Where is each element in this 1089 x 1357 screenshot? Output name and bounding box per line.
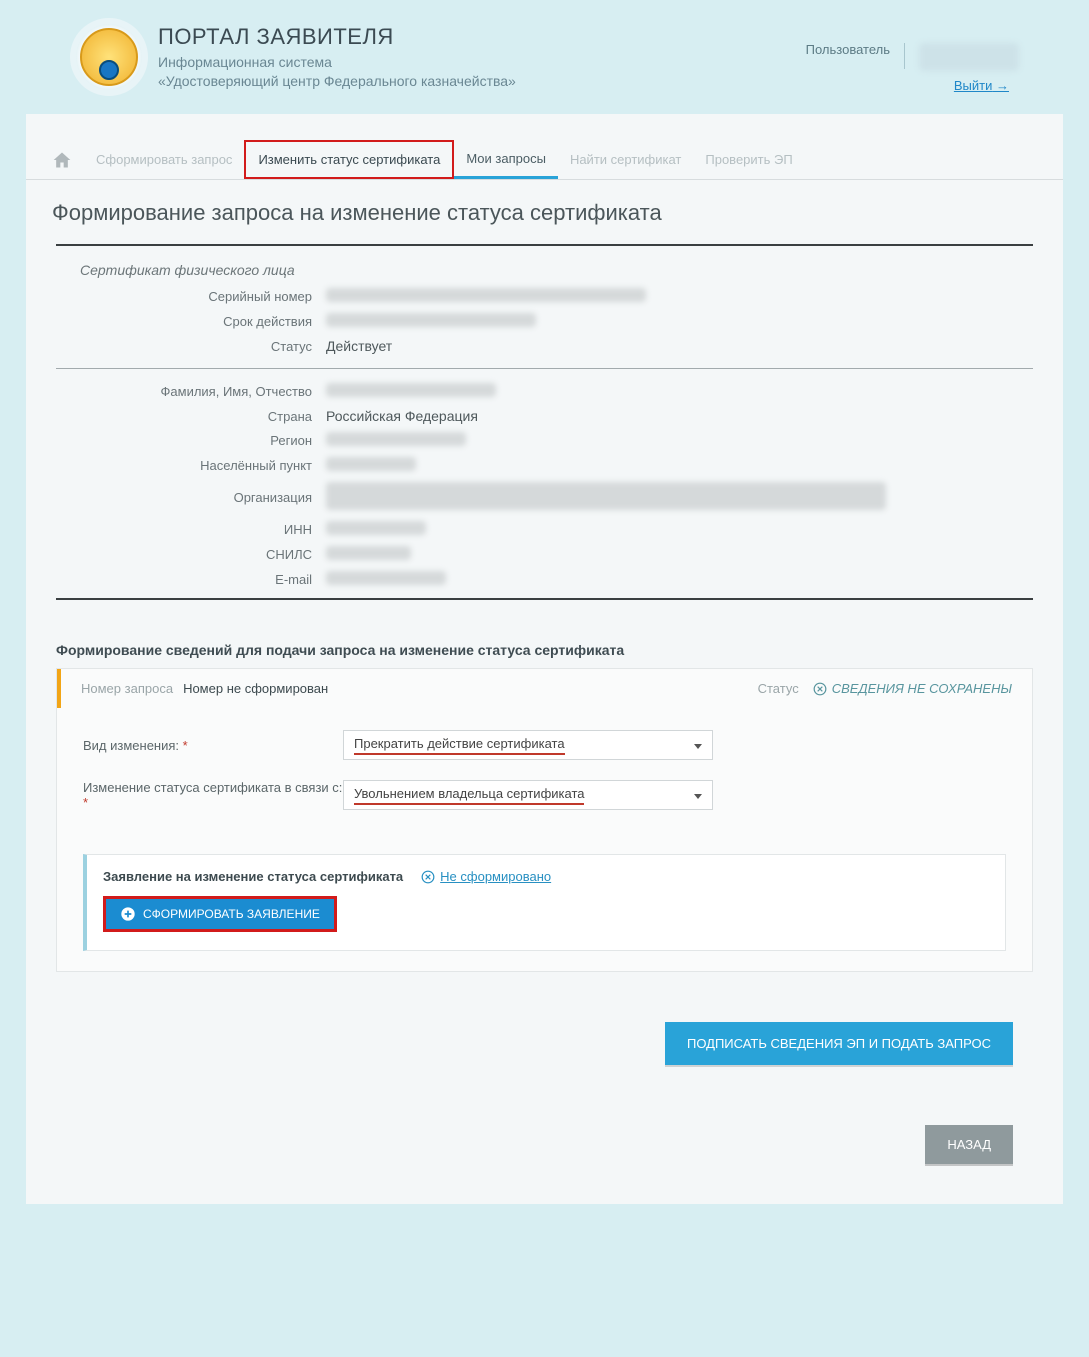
label-status: Статус (56, 339, 326, 354)
application-status: Не сформировано (421, 869, 551, 884)
value-inn (326, 521, 426, 535)
logout-link[interactable]: Выйти (954, 78, 1009, 93)
page-title: Формирование запроса на изменение статус… (26, 180, 1063, 238)
application-box: Заявление на изменение статуса сертифика… (83, 854, 1006, 951)
plus-circle-icon (120, 906, 136, 922)
content: Сформировать запрос Изменить статус серт… (26, 114, 1063, 1204)
submit-button[interactable]: ПОДПИСАТЬ СВЕДЕНИЯ ЭП И ПОДАТЬ ЗАПРОС (665, 1022, 1013, 1065)
value-validity (326, 313, 536, 327)
header: ПОРТАЛ ЗАЯВИТЕЛЯ Информационная система … (0, 0, 1089, 114)
reqnum-label: Номер запроса (81, 681, 173, 696)
create-application-button[interactable]: СФОРМИРОВАТЬ ЗАЯВЛЕНИЕ (103, 896, 337, 932)
form-area: Вид изменения: * Прекратить действие сер… (57, 708, 1032, 840)
value-snils (326, 546, 411, 560)
reason-label: Изменение статуса сертификата в связи с:… (83, 780, 343, 810)
application-header: Заявление на изменение статуса сертифика… (103, 869, 989, 884)
tab-change-status[interactable]: Изменить статус сертификата (244, 140, 454, 179)
divider (56, 244, 1033, 246)
value-org (326, 482, 886, 510)
tab-form-request[interactable]: Сформировать запрос (84, 142, 244, 177)
nav-tabs: Сформировать запрос Изменить статус серт… (26, 140, 1063, 180)
label-validity: Срок действия (56, 314, 326, 329)
user-name (919, 43, 1019, 71)
panel-status-label: Статус (758, 681, 799, 696)
label-org: Организация (56, 490, 326, 505)
value-serial (326, 288, 646, 302)
actions-row: ПОДПИСАТЬ СВЕДЕНИЯ ЭП И ПОДАТЬ ЗАПРОС (26, 972, 1063, 1065)
panel-status-value: СВЕДЕНИЯ НЕ СОХРАНЕНЫ (813, 681, 1012, 696)
home-icon[interactable] (52, 150, 72, 170)
value-region (326, 432, 466, 446)
reason-select[interactable]: Увольнением владельца сертификата (343, 780, 713, 810)
change-type-select[interactable]: Прекратить действие сертификата (343, 730, 713, 760)
value-status: Действует (326, 338, 1033, 354)
label-serial: Серийный номер (56, 289, 326, 304)
cancel-circle-icon (813, 682, 827, 696)
label-city: Населённый пункт (56, 458, 326, 473)
value-email (326, 571, 446, 585)
label-inn: ИНН (56, 522, 326, 537)
user-area: Пользователь (806, 43, 1019, 71)
label-country: Страна (56, 409, 326, 424)
label-fio: Фамилия, Имя, Отчество (56, 384, 326, 399)
change-type-label: Вид изменения: * (83, 738, 343, 753)
logo-text: ПОРТАЛ ЗАЯВИТЕЛЯ Информационная система … (158, 24, 516, 91)
value-city (326, 457, 416, 471)
cert-section-title: Сертификат физического лица (26, 252, 1063, 284)
back-button[interactable]: НАЗАД (925, 1125, 1013, 1164)
request-panel: Номер запроса Номер не сформирован Стату… (56, 668, 1033, 972)
label-email: E-mail (56, 572, 326, 587)
portal-subtitle: Информационная система «Удостоверяющий ц… (158, 53, 516, 91)
reqnum-value: Номер не сформирован (183, 681, 328, 696)
tab-find-cert[interactable]: Найти сертификат (558, 142, 693, 177)
value-fio (326, 383, 496, 397)
tab-my-requests[interactable]: Мои запросы (454, 141, 558, 179)
value-country: Российская Федерация (326, 408, 1033, 424)
label-region: Регион (56, 433, 326, 448)
tab-verify-sig[interactable]: Проверить ЭП (693, 142, 804, 177)
form-heading: Формирование сведений для подачи запроса… (26, 606, 1063, 668)
user-label: Пользователь (806, 43, 905, 69)
panel-header: Номер запроса Номер не сформирован Стату… (57, 669, 1032, 708)
divider (56, 598, 1033, 600)
label-snils: СНИЛС (56, 547, 326, 562)
divider (56, 368, 1033, 369)
logo-emblem (70, 18, 148, 96)
back-row: НАЗАД (26, 1065, 1063, 1164)
cancel-circle-icon (421, 870, 435, 884)
portal-title: ПОРТАЛ ЗАЯВИТЕЛЯ (158, 24, 516, 50)
